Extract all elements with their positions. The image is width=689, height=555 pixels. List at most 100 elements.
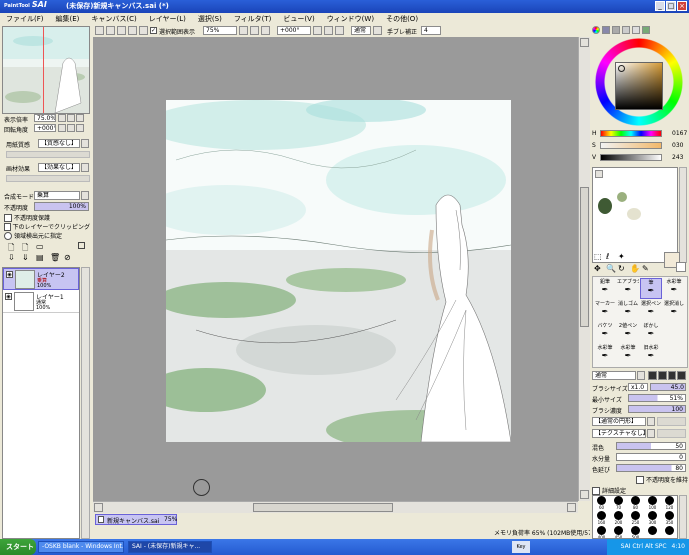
density-slider[interactable]: 100 xyxy=(628,405,686,413)
tool-item[interactable]: マーカー ✒ xyxy=(594,300,616,321)
visibility-eye-icon[interactable]: ◉ xyxy=(5,293,12,300)
opacity-slider[interactable]: 100% xyxy=(34,202,89,211)
tool-item[interactable]: 選択消し ✒ xyxy=(663,300,685,321)
tool-item[interactable]: 筆 ✒ xyxy=(640,278,662,299)
paper-texture-dropdown[interactable] xyxy=(81,139,89,148)
tool-item[interactable]: 旧水彩 ✒ xyxy=(640,344,662,365)
brush-shape-strength[interactable] xyxy=(657,417,686,426)
tool-item[interactable]: 鉛筆 ✒ xyxy=(594,278,616,299)
zoom-field[interactable]: 75.0% xyxy=(34,114,56,122)
paper-effect-strength[interactable] xyxy=(6,175,90,182)
language-bar[interactable]: Key xyxy=(512,541,530,553)
brush-size-slider[interactable]: 45.0 xyxy=(650,383,686,391)
scroll-right-button[interactable] xyxy=(567,503,576,512)
drawing-canvas[interactable] xyxy=(166,100,511,442)
hue-slider[interactable] xyxy=(600,130,662,137)
canvas-viewport[interactable] xyxy=(93,37,578,501)
merge-visible-icon[interactable]: ▤ xyxy=(36,253,44,262)
zoom-out-button[interactable] xyxy=(239,26,248,35)
brush-size-preset[interactable]: 100 xyxy=(644,496,661,511)
persistence-slider[interactable]: 80 xyxy=(616,464,686,472)
brush-size-preset[interactable]: 250 xyxy=(627,511,644,526)
toolbar-button[interactable] xyxy=(95,26,104,35)
brush-size-preset[interactable] xyxy=(644,526,661,538)
brush-edge-button[interactable] xyxy=(657,371,667,380)
selection-view-checkbox[interactable]: ✓ xyxy=(150,27,157,34)
rotate-reset-button[interactable] xyxy=(76,124,84,132)
tool-item[interactable]: 2値ペン ✒ xyxy=(617,322,639,343)
brush-blend-dropdown[interactable] xyxy=(637,371,645,380)
brush-size-preset[interactable]: 70 xyxy=(610,496,627,511)
brush-size-preset[interactable]: 60 xyxy=(593,496,610,511)
menu-edit[interactable]: 編集(E) xyxy=(50,14,86,24)
visibility-eye-icon[interactable]: ◉ xyxy=(6,271,13,278)
canvas-vertical-scrollbar[interactable] xyxy=(578,37,590,501)
brush-edge-button[interactable] xyxy=(677,371,686,380)
canvas-horizontal-scrollbar[interactable] xyxy=(93,501,578,513)
color-swatch[interactable] xyxy=(617,192,627,202)
brush-edge-button[interactable] xyxy=(648,371,657,380)
menu-layer[interactable]: レイヤー(L) xyxy=(143,14,192,24)
tool-item[interactable] xyxy=(663,322,685,343)
paper-effect-select[interactable]: 【効果なし】 xyxy=(38,163,80,172)
eyedropper-icon[interactable]: ✎ xyxy=(642,264,649,273)
brush-size-preset[interactable]: 120 xyxy=(661,496,677,511)
zoom-tool-icon[interactable]: 🔍 xyxy=(606,264,616,273)
keep-opacity-checkbox[interactable] xyxy=(636,475,644,484)
scratchpad-scrollbar[interactable] xyxy=(679,167,687,263)
rotate-field[interactable]: +000° xyxy=(34,124,56,132)
rect-select-icon[interactable]: ⬚ xyxy=(594,252,602,261)
brush-shape-select[interactable]: 【通常の円形】 xyxy=(592,417,646,426)
brush-presets-scrollbar[interactable] xyxy=(679,495,687,539)
scroll-left-button[interactable] xyxy=(94,503,103,512)
blending-slider[interactable]: 50 xyxy=(616,442,686,450)
rgb-slider-tab-icon[interactable] xyxy=(602,26,610,34)
brush-size-preset[interactable]: 350 xyxy=(661,511,677,526)
close-button[interactable]: × xyxy=(677,1,687,11)
merge-down-icon[interactable]: ⇓ xyxy=(22,253,29,262)
zoom-in-button[interactable] xyxy=(250,26,259,35)
navigator-preview[interactable] xyxy=(2,26,90,114)
brush-size-preset[interactable]: 80 xyxy=(627,496,644,511)
toolbar-button[interactable] xyxy=(128,26,137,35)
zoom-in-button[interactable] xyxy=(67,114,75,122)
zoom-fit-button[interactable] xyxy=(261,26,270,35)
transfer-down-icon[interactable]: ⇩ xyxy=(8,253,15,262)
hand-icon[interactable]: ✋ xyxy=(630,264,640,273)
brush-size-preset[interactable]: 400 xyxy=(593,526,610,538)
tool-item[interactable]: 水彩筆 ✒ xyxy=(663,278,685,299)
menu-select[interactable]: 選択(S) xyxy=(192,14,228,24)
brush-blend-select[interactable]: 通常 xyxy=(592,371,636,380)
zoom-select[interactable]: 75% xyxy=(203,26,237,35)
menu-window[interactable]: ウィンドウ(W) xyxy=(321,14,380,24)
minimize-button[interactable]: _ xyxy=(655,1,665,11)
brush-size-preset[interactable]: 160 xyxy=(593,511,610,526)
menu-canvas[interactable]: キャンバス(C) xyxy=(85,14,142,24)
brush-texture-strength[interactable] xyxy=(657,429,686,438)
menu-file[interactable]: ファイル(F) xyxy=(0,14,50,24)
scratchpad-tab-icon[interactable] xyxy=(632,26,640,34)
menu-other[interactable]: その他(O) xyxy=(380,14,424,24)
toolbar-button[interactable] xyxy=(139,26,148,35)
scroll-thumb[interactable] xyxy=(580,187,589,327)
zoom-out-button[interactable] xyxy=(58,114,66,122)
blend-mode-select[interactable]: 乗算 xyxy=(34,191,80,200)
scroll-down-button[interactable] xyxy=(580,490,589,499)
clear-layer-icon[interactable]: ⊘ xyxy=(64,253,71,262)
preserve-opacity-checkbox[interactable] xyxy=(4,213,12,222)
menu-filter[interactable]: フィルタ(T) xyxy=(228,14,278,24)
brush-size-preset[interactable] xyxy=(661,526,677,538)
scroll-up-button[interactable] xyxy=(580,38,589,47)
brush-size-preset[interactable]: 500 xyxy=(627,526,644,538)
layer-list-scrollbar[interactable] xyxy=(81,267,90,539)
color-wheel-tab-icon[interactable] xyxy=(592,26,600,34)
paper-texture-strength[interactable] xyxy=(6,151,90,158)
hsv-slider-tab-icon[interactable] xyxy=(612,26,620,34)
paper-effect-dropdown[interactable] xyxy=(81,163,89,172)
sv-square[interactable] xyxy=(615,62,663,110)
brush-size-preset[interactable]: 450 xyxy=(610,526,627,538)
scratchpad-menu-button[interactable] xyxy=(595,170,603,178)
stabilizer-select[interactable]: 4 xyxy=(421,26,441,35)
layer-item[interactable]: ◉ レイヤー1 通常 100% xyxy=(3,291,79,313)
magic-wand-icon[interactable]: ✦ xyxy=(618,252,625,261)
